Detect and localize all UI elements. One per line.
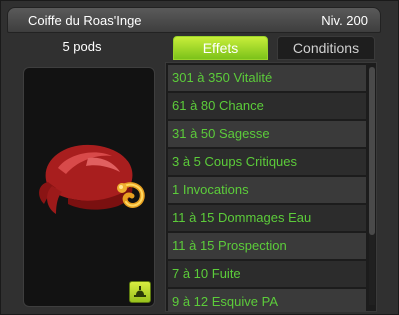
effect-row: 1 Invocations	[168, 177, 366, 203]
effect-row: 9 à 12 Esquive PA	[168, 289, 366, 311]
effects-list: 301 à 350 Vitalité 61 à 80 Chance 31 à 5…	[165, 62, 377, 312]
item-image-panel	[23, 67, 155, 307]
hat-type-glyph-icon	[134, 286, 146, 297]
effect-row: 11 à 15 Dommages Eau	[168, 205, 366, 231]
scrollbar-thumb[interactable]	[369, 67, 375, 235]
hat-type-icon[interactable]	[129, 281, 151, 303]
effect-row: 3 à 5 Coups Critiques	[168, 149, 366, 175]
tab-conditions[interactable]: Conditions	[277, 36, 375, 60]
effect-row: 7 à 10 Fuite	[168, 261, 366, 287]
red-bandana-hat-icon	[39, 144, 145, 214]
tab-effects[interactable]: Effets	[173, 36, 268, 60]
effect-row: 31 à 50 Sagesse	[168, 121, 366, 147]
title-bar: Coiffe du Roas'Inge Niv. 200	[7, 7, 381, 33]
effect-row: 61 à 80 Chance	[168, 93, 366, 119]
item-tooltip-window: Coiffe du Roas'Inge Niv. 200 5 pods Effe…	[0, 0, 399, 315]
item-level: Niv. 200	[321, 13, 368, 28]
item-weight: 5 pods	[62, 39, 102, 54]
item-name: Coiffe du Roas'Inge	[28, 13, 142, 28]
effect-row: 11 à 15 Prospection	[168, 233, 366, 259]
effect-row: 301 à 350 Vitalité	[168, 65, 366, 91]
